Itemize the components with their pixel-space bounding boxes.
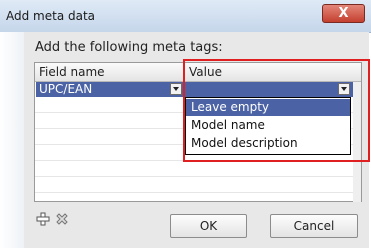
dialog-window: Add meta data X Add the following meta t… [0,0,371,248]
value-cell[interactable] [185,82,353,97]
plus-icon[interactable] [36,212,50,226]
chevron-down-icon[interactable] [338,83,350,95]
dropdown-option[interactable]: Model name [186,117,350,134]
scrollbar[interactable] [353,82,361,202]
left-edge [0,32,24,248]
instructions-label: Add the following meta tags: [35,40,223,55]
remove-icon[interactable] [55,212,69,226]
column-header-value[interactable]: Value [185,63,353,81]
table-header: Field name Value [35,63,361,82]
value-dropdown-list: Leave empty Model name Model description [185,97,351,155]
window-title: Add meta data [6,9,96,23]
table-row [35,177,361,193]
field-name-cell[interactable]: UPC/EAN [36,82,184,97]
ok-button[interactable]: OK [170,214,247,238]
column-header-field-name[interactable]: Field name [35,63,185,81]
close-icon: X [338,6,349,21]
cancel-button[interactable]: Cancel [270,214,358,238]
dropdown-option[interactable]: Leave empty [186,99,350,116]
close-button[interactable]: X [322,4,365,23]
table-row [35,161,361,177]
title-bar: Add meta data X [0,0,371,33]
field-name-text: UPC/EAN [39,82,93,96]
chevron-down-icon[interactable] [170,83,182,95]
dropdown-option[interactable]: Model description [186,135,350,152]
